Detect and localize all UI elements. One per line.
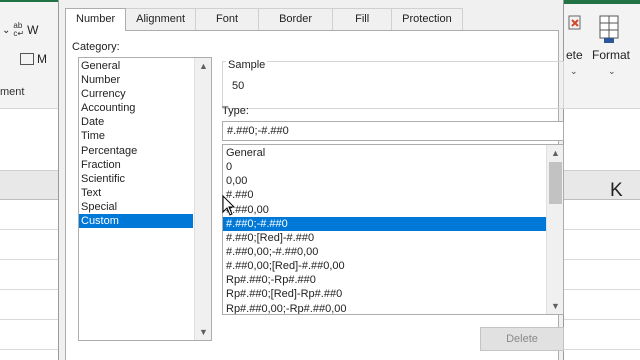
dialog-tabs: Number Alignment Font Border Fill Protec… xyxy=(65,8,463,31)
format-items: General 0 0,00 #.##0 #.##0,00 #.##0;-#.#… xyxy=(223,145,563,314)
format-cells-dialog: Number Alignment Font Border Fill Protec… xyxy=(58,0,564,360)
formula-area xyxy=(0,108,58,170)
sample-group xyxy=(222,61,564,109)
delete-cells-button[interactable]: ete xyxy=(566,48,583,62)
sample-value: 50 xyxy=(232,80,245,92)
chevron-down-icon[interactable]: ⌄ xyxy=(608,66,616,77)
scroll-down-icon[interactable]: ▼ xyxy=(195,324,212,340)
tab-number[interactable]: Number xyxy=(65,8,127,31)
tab-protection[interactable]: Protection xyxy=(391,8,463,30)
category-item-date[interactable]: Date xyxy=(79,115,211,129)
delete-button[interactable]: Delete xyxy=(480,327,564,351)
category-item-fraction[interactable]: Fraction xyxy=(79,158,211,172)
ribbon-button-label: M xyxy=(37,52,47,66)
scroll-thumb[interactable] xyxy=(549,162,562,204)
category-item-scientific[interactable]: Scientific xyxy=(79,172,211,186)
ribbon-button-merge[interactable]: M xyxy=(20,52,47,66)
delete-cells-icon xyxy=(568,15,581,30)
category-item-special[interactable]: Special xyxy=(79,200,211,214)
ab-c-icon: ab c↵ xyxy=(13,21,25,38)
type-input[interactable] xyxy=(222,121,564,141)
format-item[interactable]: 0,00 xyxy=(223,174,546,188)
ribbon-left: ⌄ ab c↵ W M ment xyxy=(0,0,58,108)
tab-font[interactable]: Font xyxy=(195,8,260,30)
format-cells-icon xyxy=(599,15,619,43)
format-item-selected[interactable]: #.##0;-#.##0 xyxy=(223,216,546,231)
worksheet-grid[interactable] xyxy=(564,200,640,360)
category-scrollbar[interactable]: ▲ ▼ xyxy=(194,58,211,340)
formula-area xyxy=(564,108,640,170)
tab-border[interactable]: Border xyxy=(258,8,334,30)
category-item-general[interactable]: General xyxy=(79,59,211,73)
ribbon-group-label: ment xyxy=(0,86,25,98)
number-tab-panel: Category: General Number Currency Accoun… xyxy=(65,30,564,360)
ribbon-button-wrap-text[interactable]: ⌄ ab c↵ W xyxy=(2,22,38,38)
column-header-bar xyxy=(0,170,58,200)
format-item[interactable]: #.##0 xyxy=(223,188,546,202)
category-label: Category: xyxy=(72,41,120,53)
column-header-bar xyxy=(564,170,640,200)
format-code-list[interactable]: General 0 0,00 #.##0 #.##0,00 #.##0;-#.#… xyxy=(222,144,564,315)
ribbon-button-label: W xyxy=(27,23,39,37)
column-header-k[interactable]: K xyxy=(610,180,623,202)
format-item[interactable]: #.##0,00;[Red]-#.##0,00 xyxy=(223,259,546,273)
sample-label: Sample xyxy=(226,59,268,71)
category-item-text[interactable]: Text xyxy=(79,186,211,200)
format-button[interactable]: Format xyxy=(592,48,630,62)
scroll-up-icon[interactable]: ▲ xyxy=(195,58,212,74)
merge-icon xyxy=(20,53,34,65)
type-label: Type: xyxy=(222,105,249,117)
category-item-percentage[interactable]: Percentage xyxy=(79,144,211,158)
format-item[interactable]: #.##0,00;-#.##0,00 xyxy=(223,245,546,259)
format-item[interactable]: Rp#.##0;-Rp#.##0 xyxy=(223,273,546,287)
ribbon-accent xyxy=(0,0,58,2)
category-items: General Number Currency Accounting Date … xyxy=(79,58,211,229)
category-list[interactable]: General Number Currency Accounting Date … xyxy=(78,57,212,341)
chevron-down-icon[interactable]: ⌄ xyxy=(570,66,578,77)
category-item-custom[interactable]: Custom xyxy=(79,214,193,229)
mouse-pointer-icon xyxy=(222,195,236,216)
format-item[interactable]: #.##0;[Red]-#.##0 xyxy=(223,231,546,245)
format-list-scrollbar[interactable]: ▲ ▼ xyxy=(546,145,563,314)
chevron-left-icon: ⌄ xyxy=(2,24,11,36)
category-item-number[interactable]: Number xyxy=(79,73,211,87)
worksheet-grid[interactable] xyxy=(0,200,58,360)
format-item[interactable]: #.##0,00 xyxy=(223,203,546,217)
category-item-accounting[interactable]: Accounting xyxy=(79,101,211,115)
format-item[interactable]: 0 xyxy=(223,160,546,174)
scroll-up-icon[interactable]: ▲ xyxy=(547,145,563,161)
format-item[interactable]: Rp#.##0,00;-Rp#.##0,00 xyxy=(223,302,546,314)
category-item-currency[interactable]: Currency xyxy=(79,87,211,101)
tab-fill[interactable]: Fill xyxy=(332,8,393,30)
format-item[interactable]: Rp#.##0;[Red]-Rp#.##0 xyxy=(223,287,546,301)
scroll-down-icon[interactable]: ▼ xyxy=(547,298,563,314)
ribbon-accent xyxy=(564,0,640,4)
tab-alignment[interactable]: Alignment xyxy=(125,8,197,30)
format-item[interactable]: General xyxy=(223,146,546,160)
category-item-time[interactable]: Time xyxy=(79,129,211,143)
